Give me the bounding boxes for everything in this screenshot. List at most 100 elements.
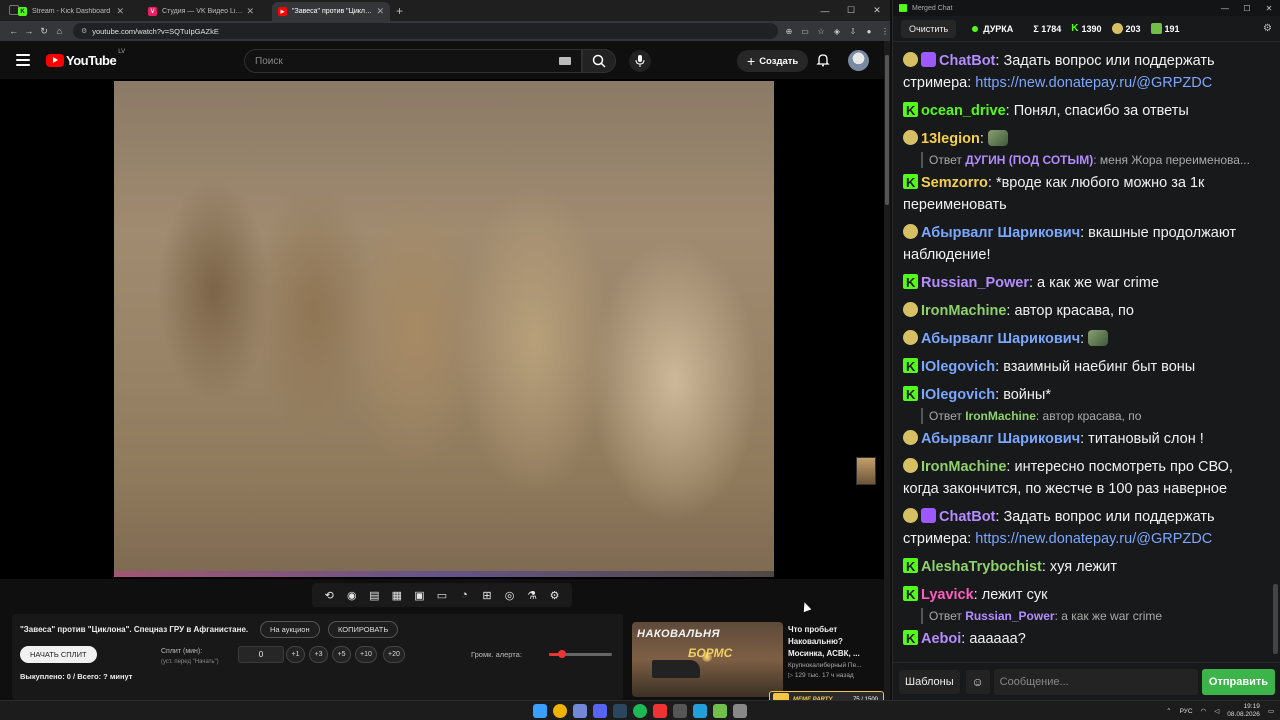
search-input[interactable]: Поиск <box>244 49 582 73</box>
language-indicator[interactable]: РУС <box>1180 708 1193 715</box>
chrome-icon[interactable] <box>553 704 567 718</box>
close-window-icon[interactable]: ✕ <box>1258 4 1280 13</box>
reply-context[interactable]: Ответ Russian_Power: а как же war crime <box>921 608 1263 624</box>
minimize-icon[interactable]: — <box>812 6 838 16</box>
chat-username[interactable]: 13legion <box>921 131 980 147</box>
spotify-icon[interactable] <box>633 704 647 718</box>
flask-icon[interactable]: ⚗ <box>526 589 539 602</box>
create-button[interactable]: + Создать <box>737 50 809 72</box>
reload-icon[interactable]: ↻ <box>36 26 51 37</box>
tab-youtube-video[interactable]: ▶ "Завеса" против "Циклона ✕ <box>272 2 390 21</box>
audio-icon[interactable]: ◉ <box>345 589 358 602</box>
tab-close-icon[interactable]: ✕ <box>116 6 124 17</box>
chat-username[interactable]: IOlegovich <box>921 359 995 375</box>
alert-volume-knob[interactable] <box>557 650 566 658</box>
increment-3-button[interactable]: +3 <box>309 646 328 663</box>
screenshot-icon[interactable]: ◎ <box>503 589 516 602</box>
clear-chat-button[interactable]: Очистить <box>901 19 957 38</box>
pip-icon[interactable]: ▣ <box>413 589 426 602</box>
zoom-icon[interactable]: ⊕ <box>784 26 794 36</box>
increment-1-button[interactable]: +1 <box>286 646 305 663</box>
chat-username[interactable]: Russian_Power <box>921 275 1029 291</box>
chat-settings-icon[interactable]: ⚙ <box>1263 23 1272 34</box>
forward-icon[interactable]: → <box>21 26 36 36</box>
chat-username[interactable]: Aeboi <box>921 631 961 647</box>
chat-username[interactable]: ocean_drive <box>921 103 1006 119</box>
settings-gear-icon[interactable]: ⚙ <box>548 589 561 602</box>
url-field[interactable]: ⚙ youtube.com/watch?v=SQTuIpGAZkE <box>72 23 778 39</box>
mini-thumbnail[interactable] <box>856 457 876 485</box>
playlist-icon[interactable]: ▤ <box>368 589 381 602</box>
increment-20-button[interactable]: +20 <box>383 646 405 663</box>
telegram-icon[interactable] <box>693 704 707 718</box>
chat-username[interactable]: Абырвалг Шарикович <box>921 431 1080 447</box>
new-tab-button[interactable]: + <box>396 2 403 21</box>
obs-icon[interactable] <box>653 704 667 718</box>
reply-context[interactable]: Ответ ДУГИН (ПОД СОТЫМ): меня Жора переи… <box>921 152 1263 168</box>
youtube-logo[interactable]: YouTube LV <box>46 49 125 68</box>
account-avatar[interactable] <box>848 50 869 71</box>
recommended-title[interactable]: Что пробьет Наковальню? Мосинка, АСВК, .… <box>788 624 880 660</box>
chat-username[interactable]: Абырвалг Шарикович <box>921 331 1080 347</box>
chat-username[interactable]: ChatBot <box>939 509 995 525</box>
theater-icon[interactable]: ▭ <box>435 589 448 602</box>
more-menu-icon[interactable]: ⋮ <box>880 26 890 36</box>
app-icon[interactable] <box>733 704 747 718</box>
loop-icon[interactable]: ⟲ <box>323 589 336 602</box>
kick-taskbar-icon[interactable] <box>713 704 727 718</box>
star-icon[interactable]: ☆ <box>816 26 826 36</box>
increment-5-button[interactable]: +5 <box>332 646 351 663</box>
speed-icon[interactable]: ◔ <box>458 589 471 602</box>
wifi-icon[interactable]: ◠ <box>1201 707 1207 715</box>
clapper-icon[interactable]: ▦ <box>390 589 403 602</box>
extension-icon[interactable]: ◈ <box>832 26 842 36</box>
tab-close-icon[interactable]: ✕ <box>376 6 384 17</box>
increment-10-button[interactable]: +10 <box>355 646 377 663</box>
emoji-icon[interactable]: ☺ <box>965 669 990 694</box>
start-icon[interactable] <box>533 704 547 718</box>
alert-volume-slider[interactable] <box>549 650 612 658</box>
copy-button[interactable]: КОПИРОВАТЬ <box>328 621 399 638</box>
download-icon[interactable]: ⇩ <box>848 26 858 36</box>
chat-username[interactable]: AleshaTrybochist <box>921 559 1042 575</box>
reply-context[interactable]: Ответ IronMachine: автор красава, по <box>921 408 1263 424</box>
search-button[interactable] <box>582 49 616 73</box>
app-icon[interactable] <box>673 704 687 718</box>
send-button[interactable]: Отправить <box>1201 668 1275 695</box>
chat-username[interactable]: IronMachine <box>921 303 1006 319</box>
discord-alt-icon[interactable] <box>593 704 607 718</box>
recommended-video[interactable]: НАКОВАЛЬНЯ БОРМС Что пробьет Наковальню?… <box>632 622 877 697</box>
tab-kick-dashboard[interactable]: K Stream - Kick Dashboard ✕ <box>12 2 130 21</box>
tray-chevron-icon[interactable]: ⌃ <box>1166 707 1171 715</box>
keyboard-icon[interactable] <box>559 57 571 65</box>
back-icon[interactable]: ← <box>6 26 21 36</box>
home-icon[interactable]: ⌂ <box>52 26 67 36</box>
split-minutes-input[interactable]: 0 <box>238 646 284 663</box>
chat-username[interactable]: IronMachine <box>921 459 1006 475</box>
message-input[interactable]: Сообщение... <box>993 668 1198 695</box>
donate-link[interactable]: https://new.donatepay.ru/@GRPZDC <box>975 531 1212 547</box>
templates-button[interactable]: Шаблоны <box>899 669 960 694</box>
discord-icon[interactable] <box>573 704 587 718</box>
video-player[interactable] <box>0 79 884 579</box>
profile-icon[interactable]: ● <box>864 26 874 36</box>
page-scrollbar[interactable] <box>884 41 890 700</box>
chat-username[interactable]: Lyavick <box>921 587 974 603</box>
hamburger-menu-icon[interactable] <box>16 54 30 66</box>
clock[interactable]: 19:19 08.08.2026 <box>1227 703 1260 719</box>
donate-link[interactable]: https://new.donatepay.ru/@GRPZDC <box>975 75 1212 91</box>
maximize-icon[interactable]: ☐ <box>838 5 864 16</box>
chat-username[interactable]: Абырвалг Шарикович <box>921 225 1080 241</box>
chat-username[interactable]: Semzorro <box>921 175 988 191</box>
chat-scrollbar[interactable] <box>1273 44 1278 660</box>
add-icon[interactable]: ⊞ <box>480 589 493 602</box>
tab-close-icon[interactable]: ✕ <box>246 6 254 17</box>
chat-messages[interactable]: ChatBot: Задать вопрос или поддержать ст… <box>893 42 1273 660</box>
maximize-icon[interactable]: ☐ <box>1236 4 1258 13</box>
volume-icon[interactable]: ◁ <box>1214 707 1219 715</box>
voice-search-button[interactable] <box>629 50 651 72</box>
chat-username[interactable]: ChatBot <box>939 53 995 69</box>
notifications-bell-icon[interactable] <box>816 53 830 67</box>
steam-icon[interactable] <box>613 704 627 718</box>
recommended-channel[interactable]: Крупнокалиберный Пе... <box>788 662 880 669</box>
